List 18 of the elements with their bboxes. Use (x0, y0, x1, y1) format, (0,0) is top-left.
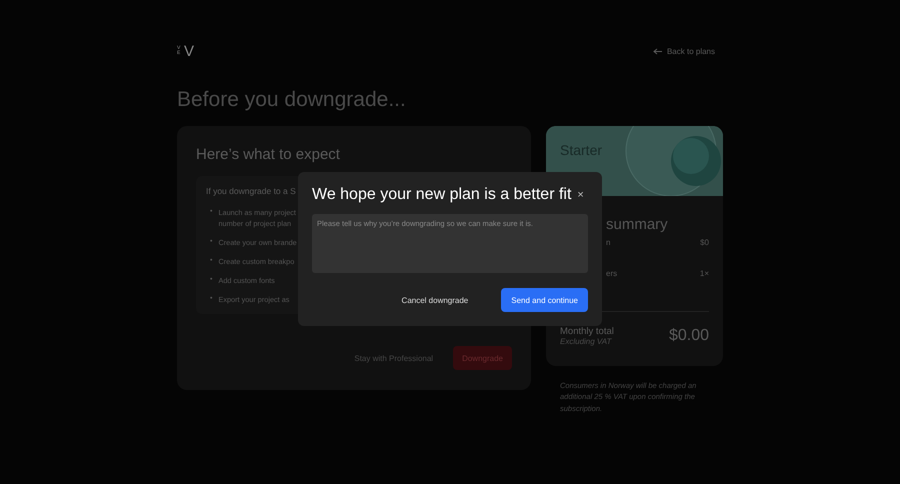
logo: V (184, 42, 194, 60)
total-amount: $0.00 (668, 327, 709, 345)
row-label: n (606, 238, 610, 249)
page-title: Before you downgrade... (177, 88, 407, 113)
back-link[interactable]: Back to plans (652, 46, 715, 56)
row-value: 1× (700, 269, 709, 280)
card-heading: Here’s what to expect (196, 146, 341, 163)
total-note: Excluding VAT (560, 337, 613, 346)
total-label: Monthly total (560, 326, 614, 337)
row-value: $0 (700, 238, 709, 249)
arrow-left-icon (652, 48, 662, 54)
dialog-title: We hope your new plan is a better fit (312, 186, 572, 204)
summary-heading: summary (605, 216, 669, 233)
intro-text: If you downgrade to a S (206, 186, 296, 196)
close-button[interactable]: × (571, 189, 590, 201)
row-label: ers (606, 269, 618, 280)
send-button[interactable]: Send and continue (501, 288, 588, 312)
cancel-button[interactable]: Cancel downgrade (392, 288, 478, 312)
